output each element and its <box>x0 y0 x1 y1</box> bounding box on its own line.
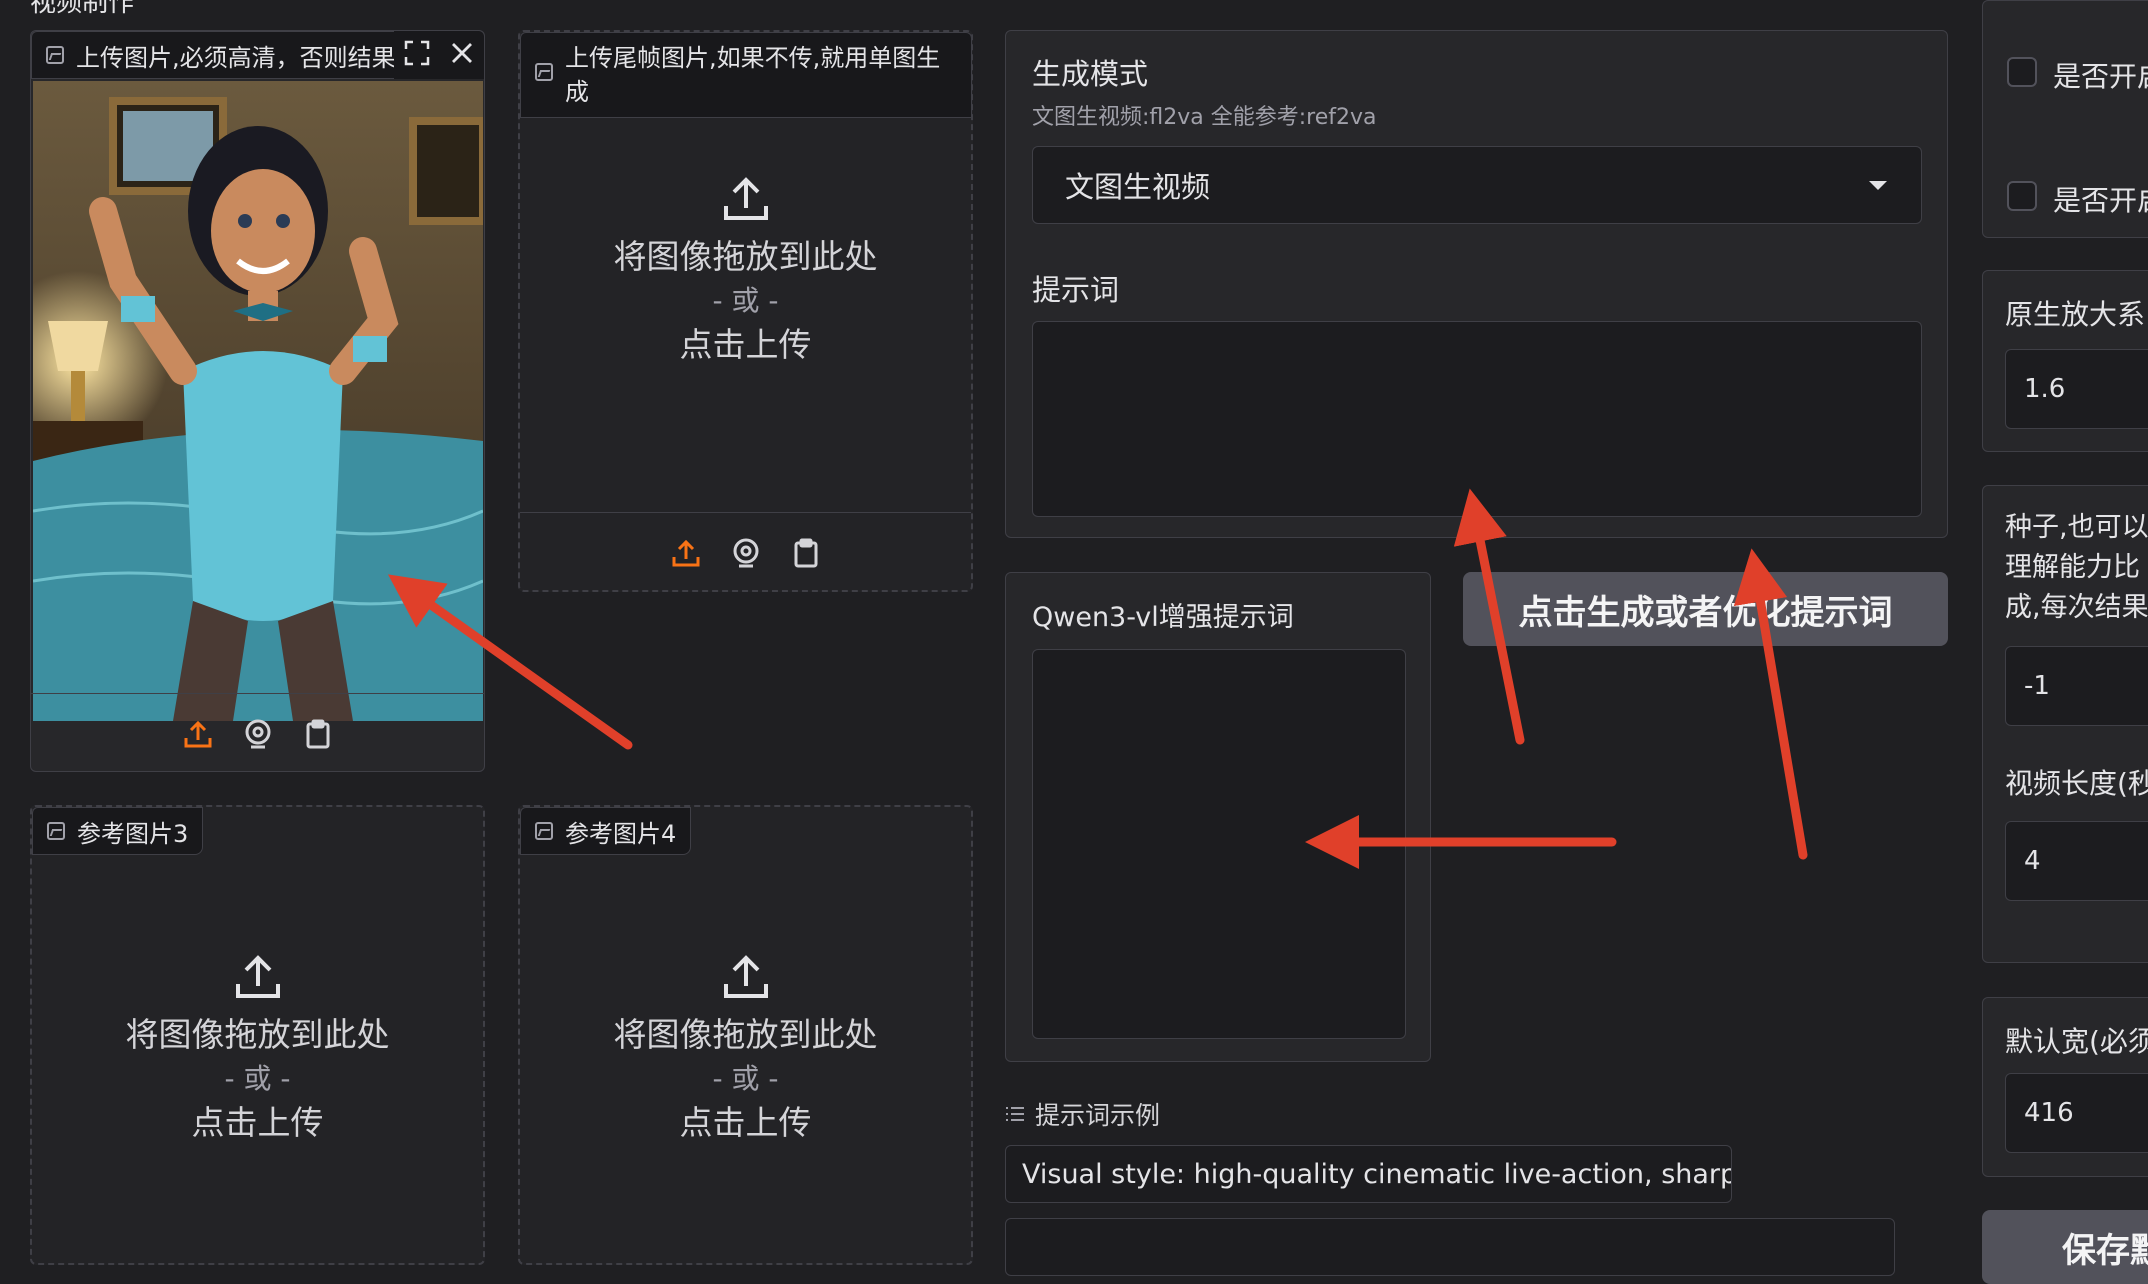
annotation-arrow-prompt <box>1453 488 1525 745</box>
annotation-arrow-image <box>387 574 633 750</box>
annotation-arrows <box>387 488 1808 869</box>
annotation-arrow-button <box>1733 548 1808 860</box>
